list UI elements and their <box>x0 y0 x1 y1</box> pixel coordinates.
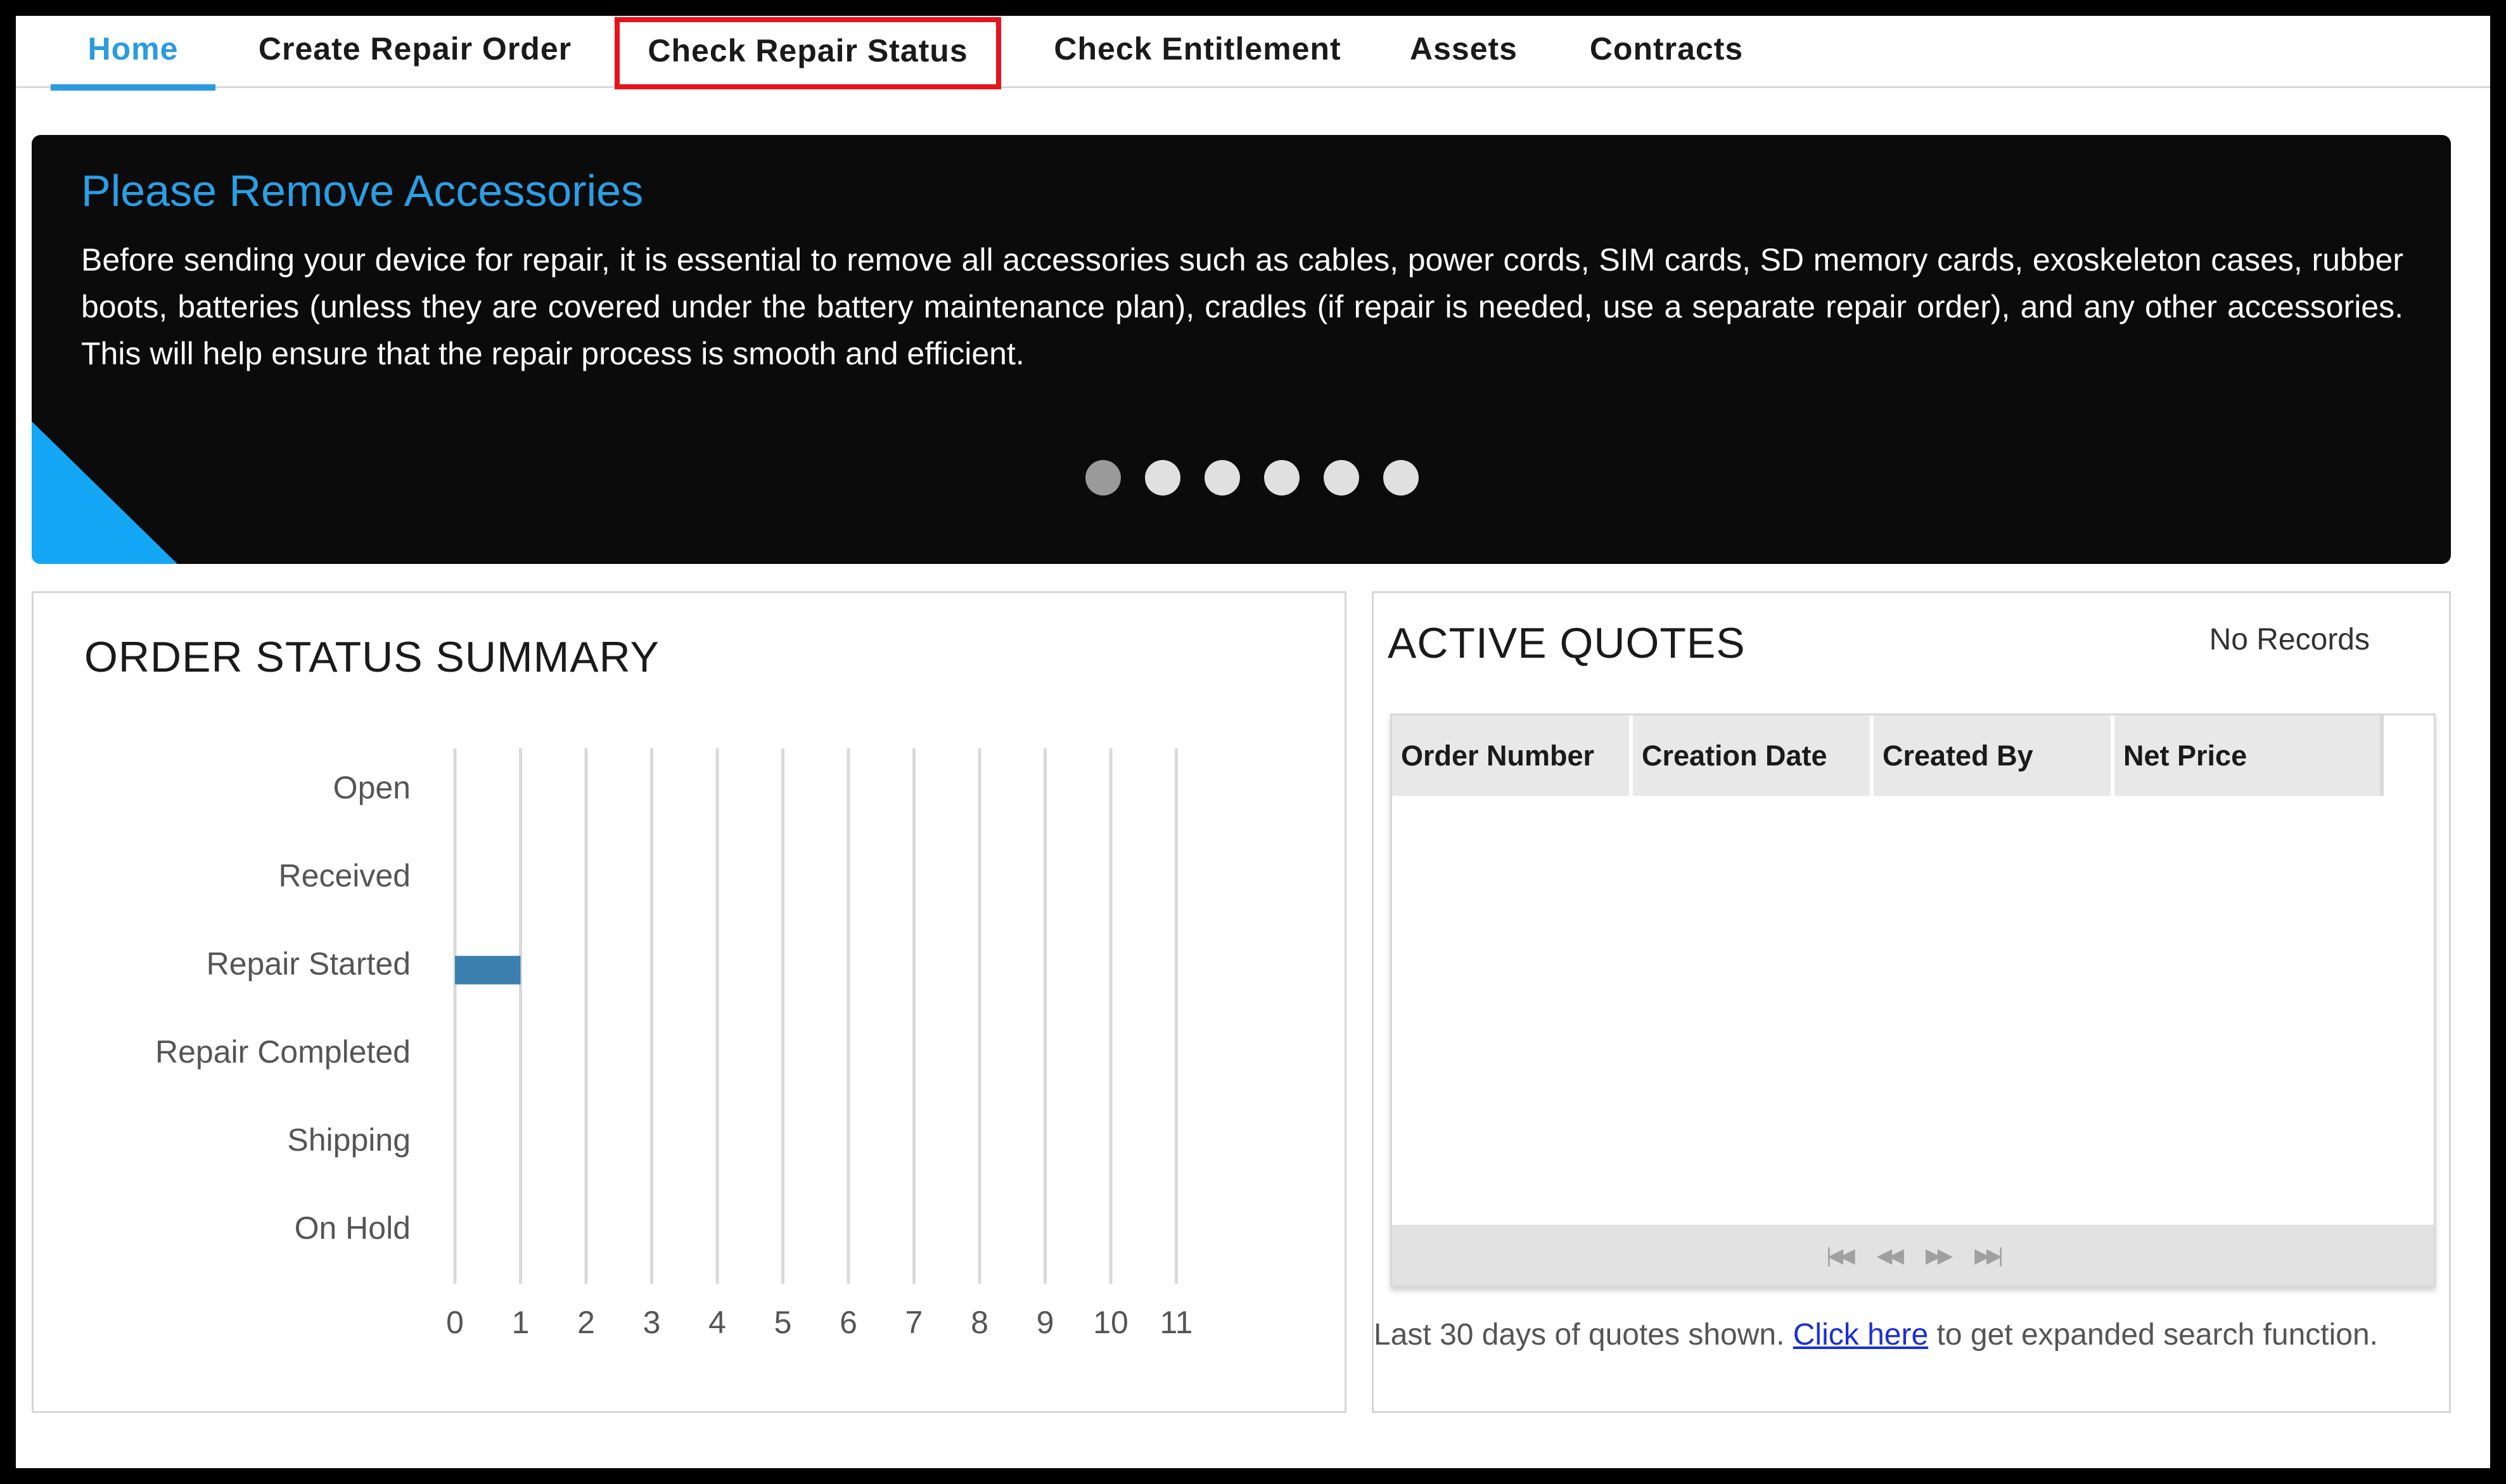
x-tick-label: 2 <box>577 1305 595 1340</box>
nav-tab-assets[interactable]: Assets <box>1391 16 1537 88</box>
column-order-number[interactable]: Order Number <box>1392 715 1633 796</box>
quotes-footnote: Last 30 days of quotes shown. Click here… <box>1374 1317 2453 1352</box>
footnote-text-before: Last 30 days of quotes shown. <box>1374 1318 1793 1352</box>
x-tick-label: 6 <box>840 1305 857 1340</box>
expanded-search-link[interactable]: Click here <box>1793 1318 1928 1352</box>
nav-tab-contracts[interactable]: Contracts <box>1571 16 1761 88</box>
column-net-price[interactable]: Net Price <box>2114 715 2384 796</box>
carousel-dot-1[interactable] <box>1085 460 1121 496</box>
order-status-summary-panel: ORDER STATUS SUMMARY 0 1 2 3 4 5 6 7 8 9 10 11 Open R… <box>32 591 1346 1413</box>
quotes-grid-header: Order Number Creation Date Created By Ne… <box>1392 715 2387 796</box>
bar <box>455 956 521 985</box>
quotes-pager: |◀◀ ◀◀ ▶▶ ▶▶| <box>1392 1225 2434 1285</box>
category-label: Repair Started <box>207 946 411 982</box>
announcement-banner: Please Remove Accessories Before sending… <box>32 135 2451 564</box>
next-page-icon[interactable]: ▶▶ <box>1926 1243 1953 1267</box>
x-tick-label: 0 <box>446 1305 464 1340</box>
x-tick-label: 10 <box>1093 1305 1128 1340</box>
no-records-label: No Records <box>2209 623 2370 656</box>
x-tick-label: 7 <box>905 1305 923 1340</box>
nav-tab-check-entitlement[interactable]: Check Entitlement <box>1033 16 1362 88</box>
active-quotes-panel: ACTIVE QUOTES No Records Order Number Cr… <box>1372 591 2451 1413</box>
x-tick-label: 8 <box>971 1305 988 1340</box>
carousel-dot-2[interactable] <box>1145 460 1180 496</box>
nav-tab-home[interactable]: Home <box>51 16 215 91</box>
banner-corner-accent <box>32 421 177 564</box>
nav-tab-check-repair-status[interactable]: Check Repair Status <box>615 17 1001 89</box>
nav-tab-create-repair-order[interactable]: Create Repair Order <box>238 16 592 88</box>
banner-title: Please Remove Accessories <box>81 166 644 215</box>
category-label: On Hold <box>295 1210 411 1246</box>
first-page-icon[interactable]: |◀◀ <box>1826 1243 1855 1267</box>
footnote-text-after: to get expanded search function. <box>1928 1318 2379 1352</box>
quotes-grid: Order Number Creation Date Created By Ne… <box>1390 713 2436 1287</box>
x-tick-label: 3 <box>643 1305 661 1340</box>
carousel-dot-3[interactable] <box>1205 460 1240 496</box>
x-tick-label: 11 <box>1160 1305 1193 1340</box>
category-label: Received <box>279 858 411 893</box>
carousel-dot-5[interactable] <box>1324 460 1359 496</box>
category-label: Open <box>333 770 411 805</box>
column-created-by[interactable]: Created By <box>1874 715 2114 796</box>
carousel-dots <box>1085 460 1419 496</box>
last-page-icon[interactable]: ▶▶| <box>1974 1243 2003 1267</box>
x-tick-label: 1 <box>512 1305 530 1340</box>
page: Home Create Repair Order Check Repair St… <box>16 16 2490 1468</box>
order-status-chart: 0 1 2 3 4 5 6 7 8 9 10 11 Open Received Repair Started… <box>155 748 1193 1340</box>
x-tick-label: 5 <box>774 1305 792 1340</box>
top-nav: Home Create Repair Order Check Repair St… <box>16 16 2490 91</box>
category-label: Repair Completed <box>155 1034 411 1070</box>
x-tick-label: 9 <box>1037 1305 1054 1340</box>
x-tick-label: 4 <box>708 1305 726 1340</box>
prev-page-icon[interactable]: ◀◀ <box>1877 1243 1904 1267</box>
banner-text: Before sending your device for repair, i… <box>81 242 2403 371</box>
carousel-dot-4[interactable] <box>1264 460 1300 496</box>
active-quotes-title: ACTIVE QUOTES <box>1388 619 1746 667</box>
column-creation-date[interactable]: Creation Date <box>1633 715 1874 796</box>
category-label: Shipping <box>287 1122 411 1158</box>
carousel-dot-6[interactable] <box>1383 460 1419 496</box>
